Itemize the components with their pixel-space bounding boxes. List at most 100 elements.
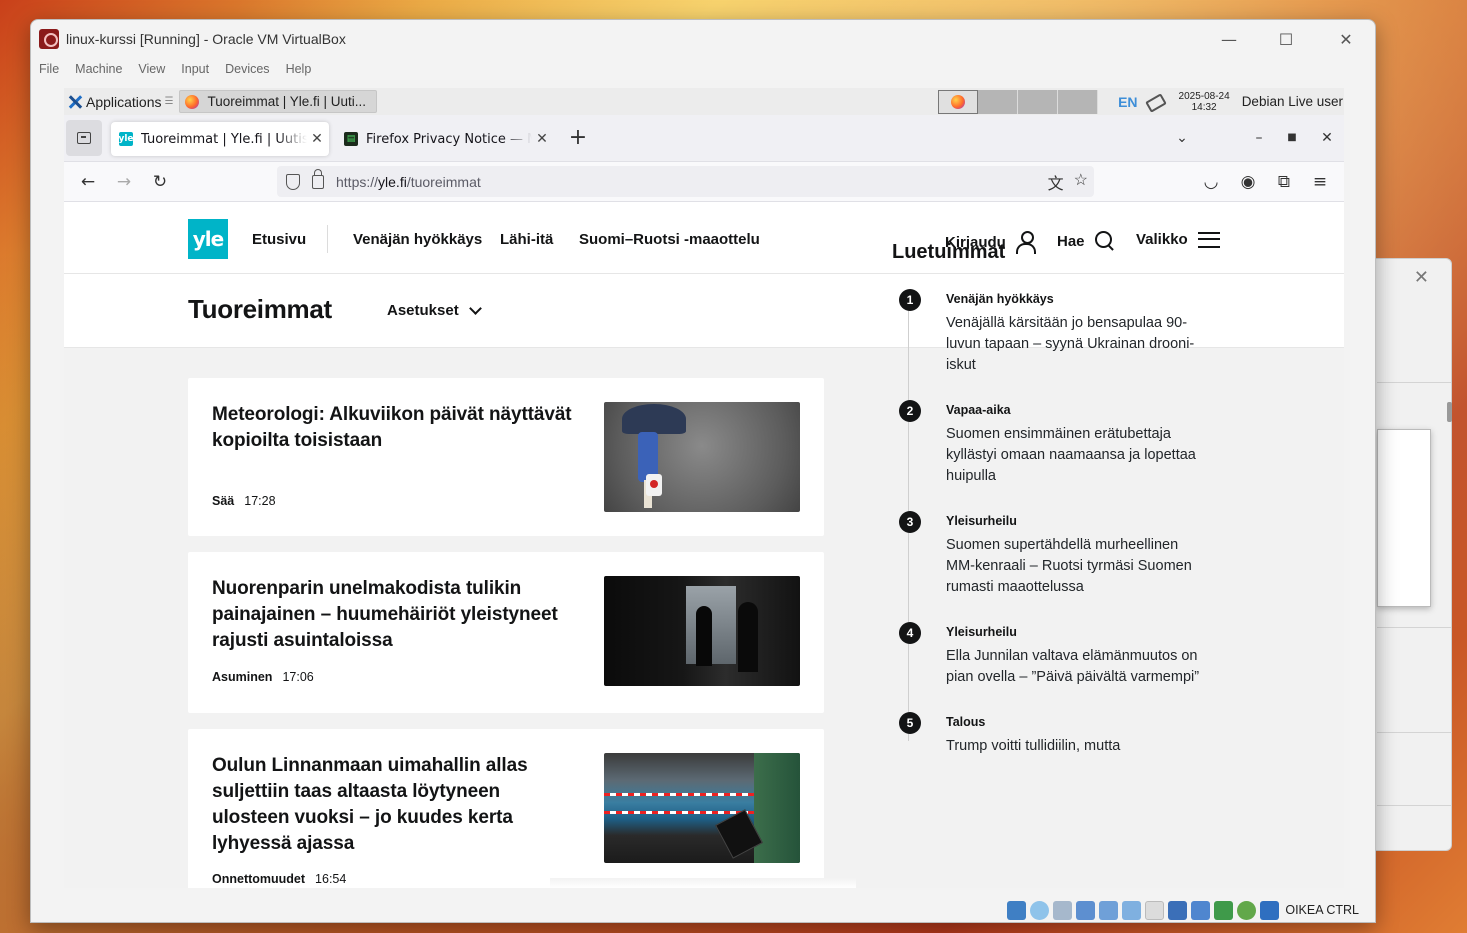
optical-drive-icon[interactable] bbox=[1030, 900, 1050, 920]
usb-icon[interactable] bbox=[1099, 900, 1119, 920]
list-all-tabs-icon[interactable]: ⌄ bbox=[1170, 125, 1194, 151]
tab-close-icon[interactable]: ✕ bbox=[307, 131, 327, 147]
url-text[interactable]: https://yle.fi/tuoreimmat bbox=[336, 174, 481, 190]
article-card[interactable]: Nuorenparin unelmakodista tulikin painaj… bbox=[188, 552, 824, 713]
most-read-item[interactable]: 2 Vapaa-aika Suomen ensimmäinen erätubet… bbox=[899, 400, 1199, 500]
url-bar[interactable]: https://yle.fi/tuoreimmat 文 ☆ bbox=[277, 166, 1094, 197]
nav-lahi-ita[interactable]: Lähi-itä bbox=[500, 231, 553, 248]
menu-file[interactable]: File bbox=[39, 62, 59, 76]
search-button[interactable]: Hae bbox=[1057, 231, 1115, 251]
bookmark-star-icon[interactable]: ☆ bbox=[1074, 170, 1088, 194]
most-read-headline[interactable]: Suomen supertähdellä murheellinen MM-ken… bbox=[946, 535, 1206, 598]
rank-badge: 3 bbox=[899, 511, 921, 533]
nav-suomi-ruotsi[interactable]: Suomi–Ruotsi -maaottelu bbox=[579, 231, 760, 248]
hard-disk-icon[interactable] bbox=[1007, 900, 1027, 920]
workspace-3[interactable] bbox=[1018, 90, 1058, 114]
firefox-window: yle Tuoreimmat | Yle.fi | Uutiset ✕ ▤ Fi… bbox=[64, 115, 1344, 888]
menu-view[interactable]: View bbox=[138, 62, 165, 76]
most-read-category: Yleisurheilu bbox=[946, 514, 1017, 528]
article-image[interactable] bbox=[604, 576, 800, 686]
most-read-headline[interactable]: Venäjällä kärsitään jo bensapulaa 90-luv… bbox=[946, 313, 1206, 376]
virtualbox-titlebar[interactable]: linux-kurssi [Running] - Oracle VM Virtu… bbox=[31, 20, 1375, 58]
window-thumbnail[interactable] bbox=[1377, 429, 1431, 607]
most-read-item[interactable]: 4 Yleisurheilu Ella Junnilan valtava elä… bbox=[899, 622, 1199, 702]
background-window-close-icon[interactable]: ✕ bbox=[1414, 267, 1429, 288]
tracking-protection-icon[interactable] bbox=[286, 173, 300, 190]
menu-machine[interactable]: Machine bbox=[75, 62, 122, 76]
article-card[interactable]: Oulun Linnanmaan uimahallin allas suljet… bbox=[188, 729, 824, 888]
tab-title: Tuoreimmat | Yle.fi | Uutiset bbox=[141, 131, 307, 147]
most-read-headline[interactable]: Ella Junnilan valtava elämänmuutos on pi… bbox=[946, 646, 1206, 688]
yle-favicon-icon: yle bbox=[118, 132, 134, 146]
extensions-icon[interactable]: ⧉ bbox=[1270, 168, 1298, 196]
menu-devices[interactable]: Devices bbox=[225, 62, 269, 76]
workspace-1[interactable] bbox=[938, 90, 978, 114]
scrollbar-thumb[interactable] bbox=[1447, 402, 1452, 422]
nav-divider bbox=[327, 225, 328, 253]
audio-icon[interactable] bbox=[1053, 900, 1073, 920]
minimize-icon[interactable]: — bbox=[1206, 26, 1252, 52]
rank-badge: 1 bbox=[899, 289, 921, 311]
article-card[interactable]: Meteorologi: Alkuviikon päivät näyttävät… bbox=[188, 378, 824, 536]
tab-yle[interactable]: yle Tuoreimmat | Yle.fi | Uutiset ✕ bbox=[111, 122, 329, 156]
taskbar-firefox-button[interactable]: Tuoreimmat | Yle.fi | Uuti... bbox=[179, 90, 378, 113]
guest-screen[interactable]: Applications ☰ Tuoreimmat | Yle.fi | Uut… bbox=[64, 88, 1344, 888]
nav-venajan-hyokkays[interactable]: Venäjän hyökkäys bbox=[353, 231, 482, 248]
hamburger-menu-icon[interactable]: ≡ bbox=[1306, 168, 1334, 196]
applications-menu[interactable]: Applications ☰ bbox=[68, 88, 173, 115]
translate-icon[interactable]: 文 bbox=[1048, 170, 1064, 194]
forward-icon[interactable]: → bbox=[110, 168, 138, 196]
maximize-icon[interactable]: ☐ bbox=[1263, 26, 1309, 52]
article-image[interactable] bbox=[604, 402, 800, 512]
umbrella-shape bbox=[622, 404, 686, 434]
article-headline[interactable]: Oulun Linnanmaan uimahallin allas suljet… bbox=[212, 753, 582, 857]
most-read-item[interactable]: 5 Talous Trump voitti tullidiilin, mutta bbox=[899, 712, 1199, 772]
tab-close-icon[interactable]: ✕ bbox=[532, 131, 552, 147]
mouse-integration-icon[interactable] bbox=[1237, 900, 1257, 920]
network-icon[interactable] bbox=[1145, 95, 1165, 109]
tab-privacy-notice[interactable]: ▤ Firefox Privacy Notice — Mozilla ✕ bbox=[336, 122, 554, 156]
network-adapter-icon[interactable] bbox=[1076, 900, 1096, 920]
menu-button[interactable]: Valikko bbox=[1136, 231, 1220, 248]
article-headline[interactable]: Meteorologi: Alkuviikon päivät näyttävät… bbox=[212, 402, 582, 454]
keyboard-capture-icon[interactable] bbox=[1260, 900, 1280, 920]
article-headline[interactable]: Nuorenparin unelmakodista tulikin painaj… bbox=[212, 576, 582, 654]
minimize-icon[interactable]: – bbox=[1247, 125, 1271, 151]
rank-badge: 2 bbox=[899, 400, 921, 422]
user-menu[interactable]: Debian Live user bbox=[1242, 94, 1343, 109]
settings-label: Asetukset bbox=[387, 302, 459, 319]
display-icon[interactable] bbox=[1145, 900, 1165, 920]
most-read-headline[interactable]: Trump voitti tullidiilin, mutta bbox=[946, 736, 1206, 757]
yle-logo[interactable]: yle bbox=[188, 219, 228, 259]
most-read-item[interactable]: 1 Venäjän hyökkäys Venäjällä kärsitään j… bbox=[899, 289, 1199, 389]
article-image[interactable] bbox=[604, 753, 800, 863]
shared-folders-icon[interactable] bbox=[1122, 900, 1142, 920]
maximize-icon[interactable]: ■ bbox=[1280, 125, 1304, 151]
tab-groups-button[interactable] bbox=[66, 120, 102, 156]
close-icon[interactable]: ✕ bbox=[1323, 26, 1369, 52]
new-tab-icon[interactable]: + bbox=[566, 125, 590, 151]
guest-additions-icon[interactable] bbox=[1191, 900, 1211, 920]
video-capture-icon[interactable] bbox=[1168, 900, 1188, 920]
workspace-4[interactable] bbox=[1058, 90, 1098, 114]
lock-icon[interactable] bbox=[312, 168, 324, 189]
scroll-fade bbox=[550, 878, 856, 888]
settings-dropdown[interactable]: Asetukset bbox=[387, 302, 482, 319]
keyboard-layout[interactable]: EN bbox=[1118, 94, 1137, 110]
tab-title: Firefox Privacy Notice — Mozilla bbox=[366, 131, 532, 147]
workspace-2[interactable] bbox=[978, 90, 1018, 114]
close-icon[interactable]: ✕ bbox=[1315, 125, 1339, 151]
most-read-headline[interactable]: Suomen ensimmäinen erätubettaja kyllästy… bbox=[946, 424, 1206, 487]
back-icon[interactable]: ← bbox=[74, 168, 102, 196]
account-icon[interactable]: ◉ bbox=[1234, 168, 1262, 196]
clock[interactable]: 2025-08-24 14:32 bbox=[1179, 91, 1230, 113]
menu-help[interactable]: Help bbox=[286, 62, 312, 76]
reload-icon[interactable]: ↻ bbox=[146, 168, 174, 196]
url-path: /tuoreimmat bbox=[406, 173, 481, 190]
article-meta: Sää 17:28 bbox=[212, 494, 276, 508]
most-read-item[interactable]: 3 Yleisurheilu Suomen supertähdellä murh… bbox=[899, 511, 1199, 611]
menu-input[interactable]: Input bbox=[181, 62, 209, 76]
pocket-icon[interactable]: ◡ bbox=[1197, 168, 1225, 196]
cpu-icon[interactable] bbox=[1214, 900, 1234, 920]
nav-etusivu[interactable]: Etusivu bbox=[252, 231, 306, 248]
